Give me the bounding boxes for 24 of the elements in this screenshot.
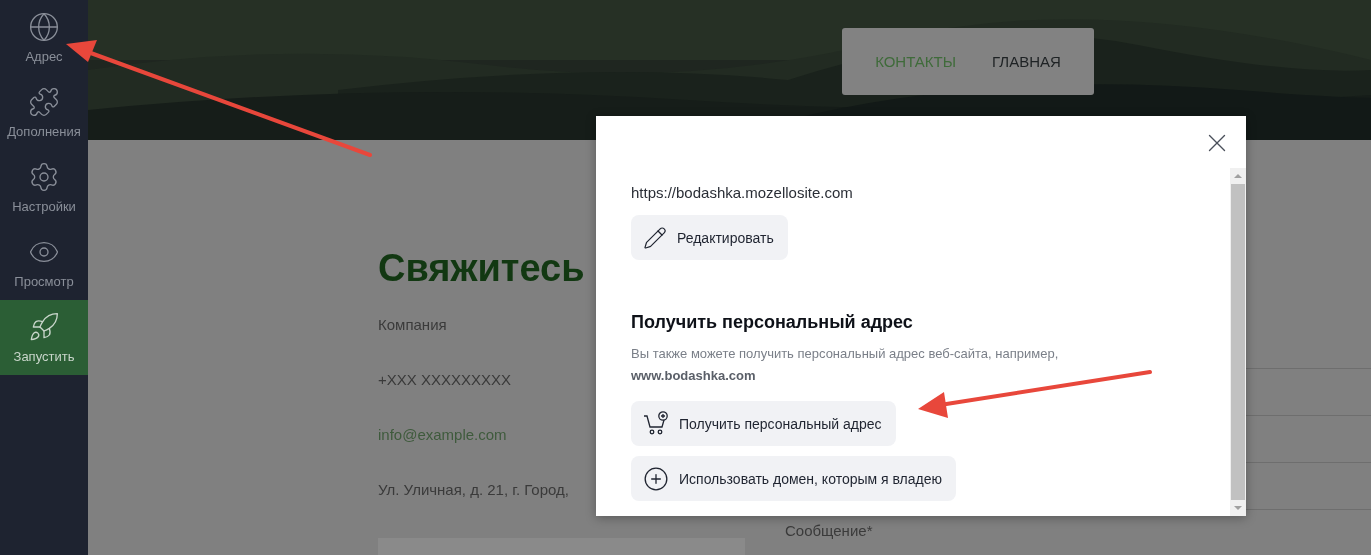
section-title: Свяжитесь	[378, 247, 586, 290]
description: Вы также можете получить персональный адрес веб-сайта, например, www.bodashka.com	[631, 345, 1060, 385]
get-address-button[interactable]: Получить персональный адрес	[631, 401, 896, 446]
puzzle-icon	[28, 86, 60, 118]
contact-line: Ул. Уличная, д. 21, г. Город,	[378, 481, 569, 498]
sidebar-item[interactable]: Настройки	[0, 150, 88, 225]
settings-icon	[28, 161, 60, 193]
rocket-icon	[28, 311, 60, 343]
field-label: Сообщение*	[785, 522, 873, 539]
edit-button[interactable]: Редактировать	[631, 215, 788, 260]
contact-line: Компания	[378, 316, 447, 333]
section-heading: Получить персональный адрес	[631, 312, 913, 333]
site-url: https://bodashka.mozellosite.com	[631, 184, 853, 201]
globe-icon	[28, 11, 60, 43]
sidebar-item[interactable]: Дополнения	[0, 75, 88, 150]
add-icon	[643, 465, 669, 492]
pencil-icon	[643, 225, 667, 250]
scrollbar[interactable]	[1230, 168, 1246, 516]
use-domain-button[interactable]: Использовать домен, которым я владею	[631, 456, 957, 501]
sidebar-item[interactable]: Адрес	[0, 0, 88, 75]
sidebar-item[interactable]: Просмотр	[0, 225, 88, 300]
contact-line: +XXX XXXXXXXXX	[378, 371, 511, 388]
cart-plus-icon	[643, 410, 669, 437]
nav-link[interactable]: ГЛАВНАЯ	[992, 53, 1061, 70]
